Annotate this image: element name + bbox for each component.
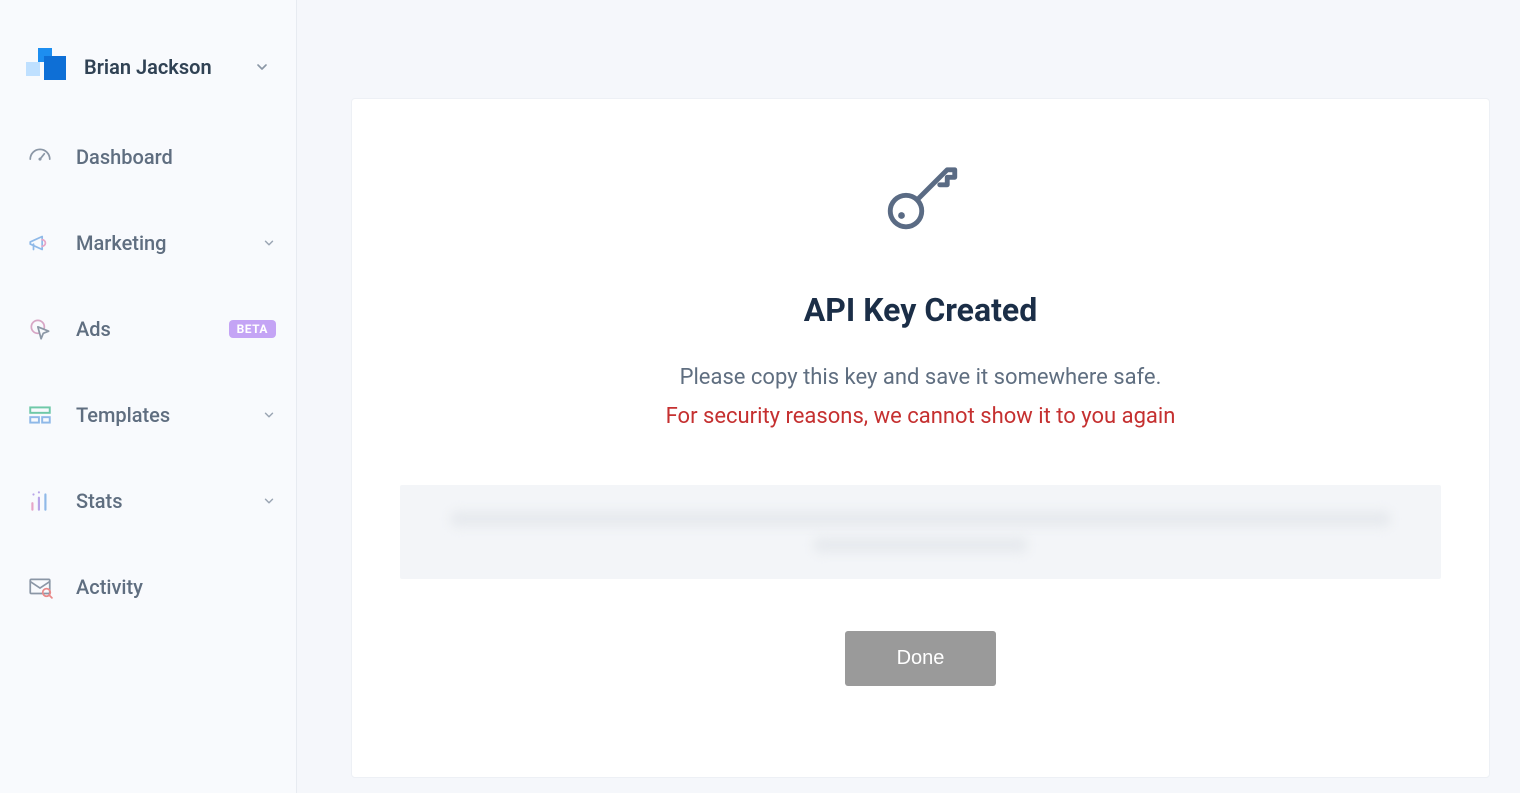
account-switcher[interactable]: Brian Jackson <box>26 48 276 86</box>
chevron-down-icon <box>262 408 276 422</box>
cursor-icon <box>26 316 54 342</box>
gauge-icon <box>26 144 54 170</box>
account-name: Brian Jackson <box>84 55 236 79</box>
megaphone-icon <box>26 230 54 256</box>
main-content: API Key Created Please copy this key and… <box>297 0 1520 793</box>
sidebar-item-dashboard[interactable]: Dashboard <box>26 144 276 170</box>
sidebar-item-label: Stats <box>76 489 240 513</box>
brand-logo-icon <box>26 48 66 86</box>
done-button[interactable]: Done <box>845 631 997 686</box>
sidebar-item-activity[interactable]: Activity <box>26 574 276 600</box>
sidebar-item-label: Marketing <box>76 231 240 255</box>
sidebar-item-stats[interactable]: Stats <box>26 488 276 514</box>
sidebar-item-label: Templates <box>76 403 240 427</box>
api-key-created-card: API Key Created Please copy this key and… <box>351 98 1490 778</box>
instruction-text: Please copy this key and save it somewhe… <box>680 365 1162 390</box>
redacted-key-line <box>813 537 1029 553</box>
chevron-down-icon <box>254 59 270 75</box>
sidebar-item-label: Dashboard <box>76 145 276 169</box>
key-icon <box>876 151 966 245</box>
sidebar-item-templates[interactable]: Templates <box>26 402 276 428</box>
stats-icon <box>26 488 54 514</box>
activity-icon <box>26 574 54 600</box>
sidebar-item-label: Activity <box>76 575 276 599</box>
sidebar-item-ads[interactable]: Ads BETA <box>26 316 276 342</box>
templates-icon <box>26 402 54 428</box>
sidebar: Brian Jackson Dashboard <box>0 0 297 793</box>
chevron-down-icon <box>262 494 276 508</box>
warning-text: For security reasons, we cannot show it … <box>666 404 1176 429</box>
sidebar-item-label: Ads <box>76 317 207 341</box>
redacted-key-line <box>450 511 1392 527</box>
card-title: API Key Created <box>804 291 1037 329</box>
sidebar-item-marketing[interactable]: Marketing <box>26 230 276 256</box>
sidebar-nav: Dashboard Marketing <box>26 144 276 600</box>
chevron-down-icon <box>262 236 276 250</box>
api-key-display[interactable] <box>400 485 1441 579</box>
beta-badge: BETA <box>229 320 276 338</box>
